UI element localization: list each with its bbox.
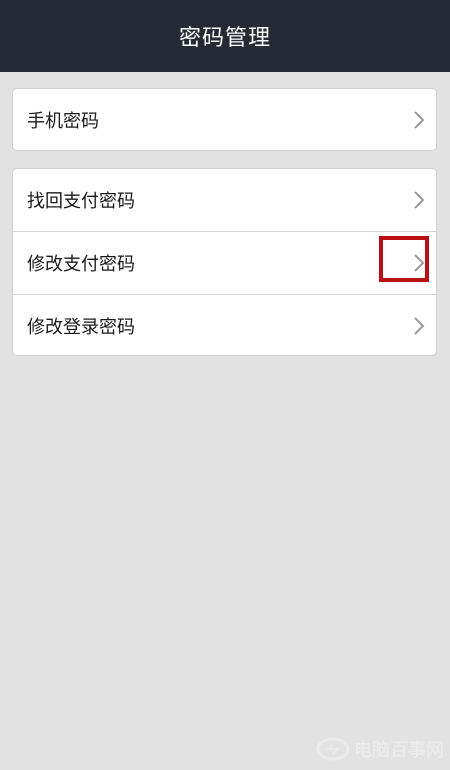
menu-item-change-login-password[interactable]: 修改登录密码: [13, 294, 436, 355]
menu-item-recover-payment-password[interactable]: 找回支付密码: [13, 169, 436, 231]
menu-item-phone-password[interactable]: 手机密码: [13, 89, 436, 150]
chevron-right-icon: [414, 191, 425, 209]
highlight-annotation-box: [379, 236, 429, 282]
watermark: 电脑百事网: [316, 736, 444, 762]
watermark-logo-icon: [316, 737, 350, 761]
watermark-text: 电脑百事网: [354, 740, 444, 761]
menu-item-change-payment-password[interactable]: 修改支付密码: [13, 231, 436, 294]
menu-item-label: 修改支付密码: [27, 254, 135, 275]
menu-item-label: 找回支付密码: [27, 191, 135, 212]
menu-item-label: 修改登录密码: [27, 317, 135, 338]
chevron-right-icon: [414, 317, 425, 335]
settings-group-phone: 手机密码: [12, 88, 437, 151]
settings-group-payment: 找回支付密码 修改支付密码 修改登录密码: [12, 168, 437, 356]
page-title: 密码管理: [178, 26, 271, 51]
chevron-right-icon: [414, 111, 425, 129]
app-header: 密码管理: [0, 0, 450, 72]
menu-item-label: 手机密码: [27, 111, 99, 132]
